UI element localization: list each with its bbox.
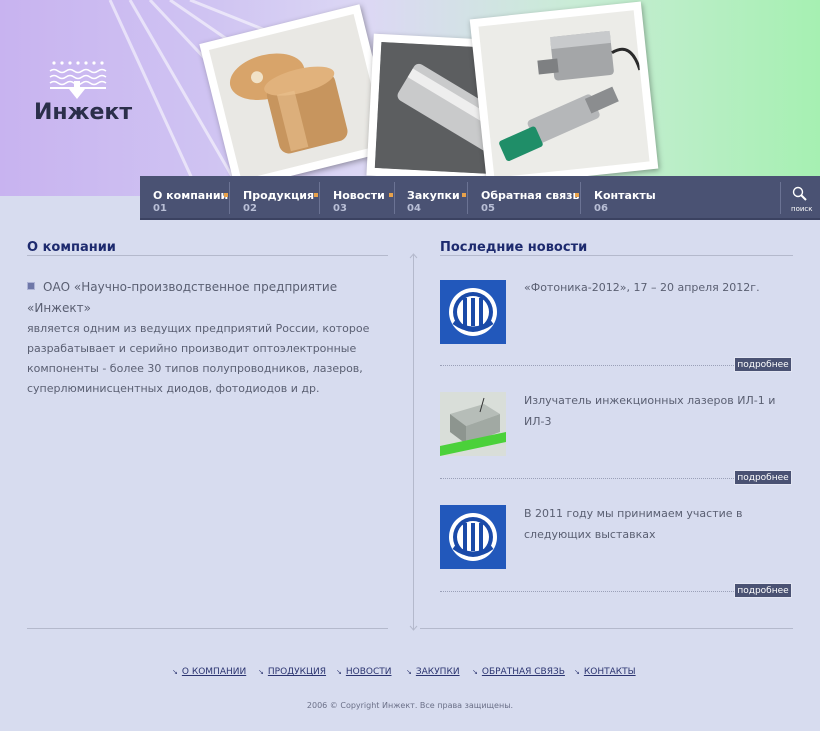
nav-bullet-icon <box>462 193 466 197</box>
arrow-down-icon <box>409 625 418 631</box>
news-item-2-text[interactable]: Излучатель инжекционных лазеров ИЛ-1 и И… <box>524 390 794 432</box>
news-item-3-text[interactable]: В 2011 году мы принимаем участие в следу… <box>524 503 794 545</box>
column-divider <box>413 255 414 630</box>
nav-bullet-icon <box>575 193 579 197</box>
arrow-icon: ↘ <box>336 668 342 676</box>
footer-link-about[interactable]: ↘ О КОМПАНИИ <box>172 667 246 677</box>
nav-divider <box>780 182 781 214</box>
nav-item-label: Продукция <box>243 189 315 202</box>
footer-link-label: О КОМПАНИИ <box>181 667 247 677</box>
news-item-3-separator <box>440 591 734 592</box>
product-photo-3 <box>469 1 659 187</box>
news-title: Последние новости <box>440 240 588 255</box>
footer-link-purchases[interactable]: ↘ ЗАКУПКИ <box>406 667 460 677</box>
nav-item-feedback[interactable]: Обратная связь 05 <box>481 176 580 218</box>
about-line-1: ОАО «Научно-производственное предприятие… <box>27 280 338 315</box>
news-image-fotonika-logo[interactable] <box>440 280 506 344</box>
nav-divider <box>467 182 468 214</box>
news-title-underline <box>440 255 793 256</box>
copyright-text: 2006 © Copyright Инжект. Все права защищ… <box>306 701 514 710</box>
nav-item-number: 02 <box>243 203 257 214</box>
bullet-icon <box>27 282 35 290</box>
about-title: О компании <box>27 240 116 255</box>
main-navigation: О компании 01 Продукция 02 Новости 03 За… <box>140 176 820 218</box>
nav-item-number: 06 <box>594 203 608 214</box>
about-title-underline <box>27 255 388 256</box>
arrow-icon: ↘ <box>406 668 412 676</box>
nav-bullet-icon <box>224 193 228 197</box>
about-bottom-line <box>27 628 388 629</box>
arrow-icon: ↘ <box>574 668 580 676</box>
arrow-icon: ↘ <box>172 668 178 676</box>
news-image-fotonika-logo[interactable] <box>440 505 506 569</box>
news-item-2-more-button[interactable]: подробнее <box>734 470 792 485</box>
nav-item-label: О компании <box>153 189 229 202</box>
nav-item-label: Контакты <box>594 189 656 202</box>
footer-link-label: ЗАКУПКИ <box>415 667 460 677</box>
nav-item-purchases[interactable]: Закупки 04 <box>407 176 467 218</box>
arrow-icon: ↘ <box>258 668 264 676</box>
nav-bullet-icon <box>389 193 393 197</box>
footer-link-label: НОВОСТИ <box>345 667 392 677</box>
footer-link-label: ПРОДУКЦИЯ <box>267 667 327 677</box>
news-item-2-separator <box>440 478 734 479</box>
header-banner: Инжект <box>0 0 820 196</box>
news-item-1-more-button[interactable]: подробнее <box>734 357 792 372</box>
nav-item-about[interactable]: О компании 01 <box>153 176 228 218</box>
logo-text: Инжект <box>34 100 133 125</box>
footer-link-news[interactable]: ↘ НОВОСТИ <box>336 667 392 677</box>
nav-divider <box>229 182 230 214</box>
arrow-icon: ↘ <box>472 668 478 676</box>
nav-item-label: Обратная связь <box>481 189 580 202</box>
nav-item-label: Закупки <box>407 189 460 202</box>
about-body: является одним из ведущих предприятий Ро… <box>27 322 370 395</box>
nav-divider <box>394 182 395 214</box>
footer-link-label: ОБРАТНАЯ СВЯЗЬ <box>481 667 565 677</box>
footer-link-feedback[interactable]: ↘ ОБРАТНАЯ СВЯЗЬ <box>472 667 565 677</box>
arrow-up-icon <box>409 253 418 259</box>
search-label[interactable]: поиск <box>791 205 813 213</box>
nav-item-label: Новости <box>333 189 385 202</box>
news-item-3-more-button[interactable]: подробнее <box>734 583 792 598</box>
news-item-1-separator <box>440 365 734 366</box>
footer-link-contacts[interactable]: ↘ КОНТАКТЫ <box>574 667 636 677</box>
footer-link-products[interactable]: ↘ ПРОДУКЦИЯ <box>258 667 326 677</box>
news-bottom-line <box>420 628 793 629</box>
nav-item-products[interactable]: Продукция 02 <box>243 176 315 218</box>
nav-divider <box>580 182 581 214</box>
nav-divider <box>319 182 320 214</box>
nav-item-number: 01 <box>153 203 167 214</box>
news-item-1-text[interactable]: «Фотоника-2012», 17 – 20 апреля 2012г. <box>524 277 794 298</box>
nav-item-number: 04 <box>407 203 421 214</box>
nav-item-number: 03 <box>333 203 347 214</box>
nav-bullet-icon <box>314 193 318 197</box>
nav-item-contacts[interactable]: Контакты 06 <box>594 176 664 218</box>
nav-item-news[interactable]: Новости 03 <box>333 176 393 218</box>
search-icon[interactable] <box>791 186 809 202</box>
about-description: ОАО «Научно-производственное предприятие… <box>27 277 377 399</box>
nav-item-number: 05 <box>481 203 495 214</box>
footer-link-label: КОНТАКТЫ <box>583 667 636 677</box>
news-image-laser-emitter-photo[interactable] <box>440 392 506 456</box>
